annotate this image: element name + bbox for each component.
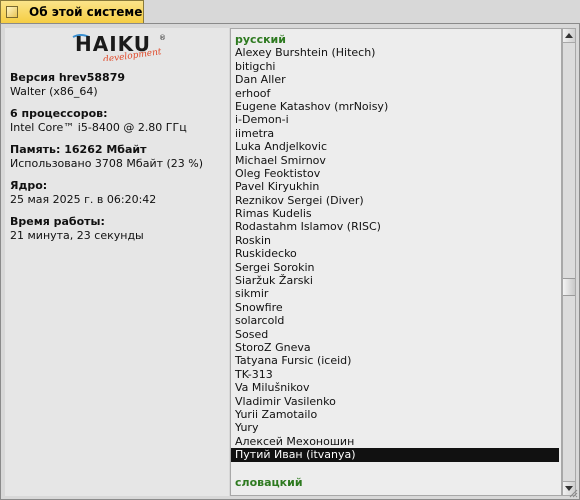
- memory-title: Память: 16262 Мбайт: [10, 143, 147, 156]
- kernel-value: 25 мая 2025 г. в 06:20:42: [10, 192, 157, 206]
- system-info-list: Версия hrev58879 Walter (x86_64) 6 проце…: [10, 71, 203, 242]
- credit-name-item[interactable]: Luka Andjelkovic: [231, 140, 561, 153]
- credit-name-item[interactable]: sikmir: [231, 287, 561, 300]
- credit-name-item[interactable]: Michael Smirnov: [231, 154, 561, 167]
- credits-section-header: русский: [235, 33, 286, 46]
- credit-name-item[interactable]: iimetra: [231, 127, 561, 140]
- credit-name-item[interactable]: Sosed: [231, 328, 561, 341]
- credit-name-item[interactable]: Ruskidecko: [231, 247, 561, 260]
- window-title: Об этой системе: [29, 5, 143, 19]
- credit-name-item[interactable]: Eugene Katashov (mrNoisy): [231, 100, 561, 113]
- credit-name-item[interactable]: bitigchi: [231, 60, 561, 73]
- memory-value: Использовано 3708 Мбайт (23 %): [10, 156, 204, 170]
- credit-name-item[interactable]: Rodastahm Islamov (RISC): [231, 220, 561, 233]
- credit-name-item[interactable]: Siaržuk Žarski: [231, 274, 561, 287]
- scroll-up-button[interactable]: [563, 29, 575, 43]
- version-title: Версия hrev58879: [10, 71, 125, 84]
- version-value: Walter (x86_64): [10, 84, 98, 98]
- credit-name-item[interactable]: Rimas Kudelis: [231, 207, 561, 220]
- arrow-up-icon: [565, 33, 573, 38]
- credit-name-item[interactable]: Reznikov Sergei (Diver): [231, 194, 561, 207]
- uptime-title: Время работы:: [10, 215, 105, 228]
- haiku-logo: HAIKU development ®: [72, 32, 166, 61]
- credits-next-section-header: словацкий: [235, 475, 303, 489]
- credit-name-item[interactable]: Pavel Kiryukhin: [231, 180, 561, 193]
- credit-name-item[interactable]: Путий Иван (itvanya): [231, 448, 559, 462]
- credits-view[interactable]: русский Alexey Burshtein (Hitech) bitigch…: [230, 28, 562, 496]
- system-info-pane: HAIKU development ® Версия hrev58879 Wal…: [5, 28, 229, 496]
- credit-name-item[interactable]: Yurii Zamotailo: [231, 408, 561, 421]
- uptime-value: 21 минута, 23 секунды: [10, 228, 144, 242]
- resize-grip-icon[interactable]: [568, 488, 578, 498]
- kernel-title: Ядро:: [10, 179, 48, 192]
- credit-name-item[interactable]: Алексей Мехоношин: [231, 435, 561, 448]
- credit-name-item[interactable]: Alexey Burshtein (Hitech): [231, 46, 561, 59]
- credit-name-item[interactable]: i-Demon-i: [231, 113, 561, 126]
- credit-name-item[interactable]: StoroZ Gneva: [231, 341, 561, 354]
- window-tab[interactable]: Об этой системе: [0, 0, 144, 24]
- credits-names: Alexey Burshtein (Hitech) bitigchi Dan All…: [231, 46, 561, 462]
- credit-name-item[interactable]: Snowfire: [231, 301, 561, 314]
- credits-scrollbar[interactable]: [562, 28, 576, 496]
- credit-name-item[interactable]: Tatyana Fursic (iceid): [231, 354, 561, 367]
- credit-name-item[interactable]: erhoof: [231, 87, 561, 100]
- scroll-thumb[interactable]: [563, 278, 575, 296]
- cpu-title: 6 процессоров:: [10, 107, 108, 120]
- about-system-window: Об этой системе HAIKU development ® Верс…: [0, 0, 580, 500]
- credits-list: русский Alexey Burshtein (Hitech) bitigch…: [231, 33, 561, 489]
- window-frame: HAIKU development ® Версия hrev58879 Wal…: [0, 23, 580, 500]
- credit-name-item[interactable]: Va Milušnikov: [231, 381, 561, 394]
- cpu-value: Intel Core™ i5-8400 @ 2.80 ГГц: [10, 120, 187, 134]
- credit-name-item[interactable]: Vladimir Vasilenko: [231, 395, 561, 408]
- credit-name-item[interactable]: Yury: [231, 421, 561, 434]
- credit-name-item[interactable]: Dan Aller: [231, 73, 561, 86]
- svg-text:®: ®: [159, 34, 166, 42]
- close-button[interactable]: [6, 6, 18, 18]
- credit-name-item[interactable]: TK-313: [231, 368, 561, 381]
- credit-name-item[interactable]: solarcold: [231, 314, 561, 327]
- credit-name-item[interactable]: Oleg Feoktistov: [231, 167, 561, 180]
- credit-name-item[interactable]: Sergei Sorokin: [231, 261, 561, 274]
- credit-name-item[interactable]: Roskin: [231, 234, 561, 247]
